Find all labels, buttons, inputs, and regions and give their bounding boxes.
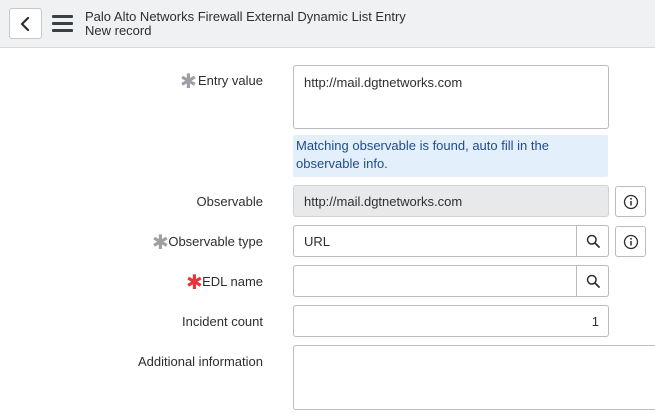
info-icon [623,194,639,210]
page-title: Palo Alto Networks Firewall External Dyn… [85,9,406,24]
search-icon [586,234,600,248]
observable-type-field[interactable]: URL [293,225,609,257]
observable-type-label: Observable type [168,234,263,249]
observable-type-value: URL [304,234,331,249]
entry-value-text: http://mail.dgtnetworks.com [304,75,463,90]
entry-value-textarea[interactable]: http://mail.dgtnetworks.com [293,65,609,129]
required-asterisk-icon: ✱ [180,71,197,93]
edl-name-label: EDL name [202,274,263,289]
chevron-left-icon [20,17,30,31]
edl-name-lookup-button[interactable] [576,265,609,297]
observable-type-info-button[interactable] [615,226,646,257]
hamburger-menu-icon[interactable] [52,13,74,33]
observable-type-lookup-button[interactable] [576,225,609,257]
incident-count-value: 1 [591,314,599,329]
edl-name-field[interactable] [293,265,609,297]
required-asterisk-icon: ✱ [152,232,169,254]
back-button[interactable] [9,8,42,39]
incident-count-label: Incident count [182,314,263,329]
additional-information-textarea[interactable] [293,345,655,410]
search-icon [586,274,600,288]
observable-field: http://mail.dgtnetworks.com [293,185,609,217]
required-asterisk-icon: ✱ [186,272,203,294]
incident-count-field[interactable]: 1 [293,305,609,337]
field-hint-message: Matching observable is found, auto fill … [293,135,608,177]
observable-info-button[interactable] [615,186,646,217]
observable-label: Observable [196,194,263,209]
additional-information-label: Additional information [137,354,263,369]
page-subtitle: New record [85,23,152,38]
entry-value-label: Entry value [197,73,263,88]
form-header: Palo Alto Networks Firewall External Dyn… [0,0,655,48]
observable-value: http://mail.dgtnetworks.com [304,194,463,209]
info-icon [623,234,639,250]
